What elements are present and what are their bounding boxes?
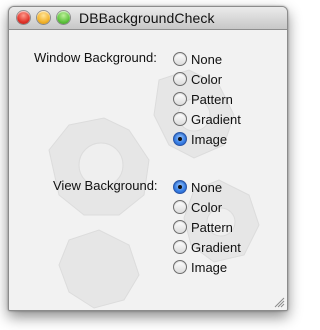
radio-button[interactable] [173,112,187,126]
window-bg-option-pattern[interactable]: Pattern [173,90,233,108]
option-label: Image [191,259,228,275]
view-bg-option-color[interactable]: Color [173,198,222,216]
option-label: Color [191,199,223,215]
app-window: DBBackgroundCheck Window Background: Non… [8,6,288,311]
window-title: DBBackgroundCheck [79,10,215,26]
option-label: Pattern [191,219,233,235]
view-bg-option-pattern[interactable]: Pattern [173,218,233,236]
minimize-button[interactable] [37,11,50,24]
zoom-button[interactable] [57,11,70,24]
resize-grip-icon[interactable] [274,297,285,308]
option-label: Color [191,71,223,87]
radio-button-selected[interactable] [173,180,187,194]
option-label: Gradient [191,111,241,127]
radio-button[interactable] [173,92,187,106]
option-label: None [191,179,223,195]
view-bg-option-image[interactable]: Image [173,258,227,276]
gear-background-image [48,69,260,309]
radio-button[interactable] [173,240,187,254]
radio-button[interactable] [173,72,187,86]
radio-button[interactable] [173,200,187,214]
option-label: None [191,51,223,67]
view-bg-option-gradient[interactable]: Gradient [173,238,241,256]
option-label: Gradient [191,239,241,255]
window-content: Window Background: None Color Pattern Gr… [9,30,287,310]
window-bg-option-gradient[interactable]: Gradient [173,110,241,128]
title-bar[interactable]: DBBackgroundCheck [9,7,287,30]
window-bg-option-color[interactable]: Color [173,70,222,88]
close-button[interactable] [17,11,30,24]
view-bg-option-none[interactable]: None [173,178,222,196]
option-label: Image [191,131,228,147]
radio-button-selected[interactable] [173,132,187,146]
window-bg-option-image[interactable]: Image [173,130,227,148]
option-label: Pattern [191,91,233,107]
window-bg-option-none[interactable]: None [173,50,222,68]
radio-button[interactable] [173,220,187,234]
radio-button[interactable] [173,260,187,274]
view-background-label: View Background: [53,178,158,193]
window-background-label: Window Background: [34,50,157,65]
radio-button[interactable] [173,52,187,66]
